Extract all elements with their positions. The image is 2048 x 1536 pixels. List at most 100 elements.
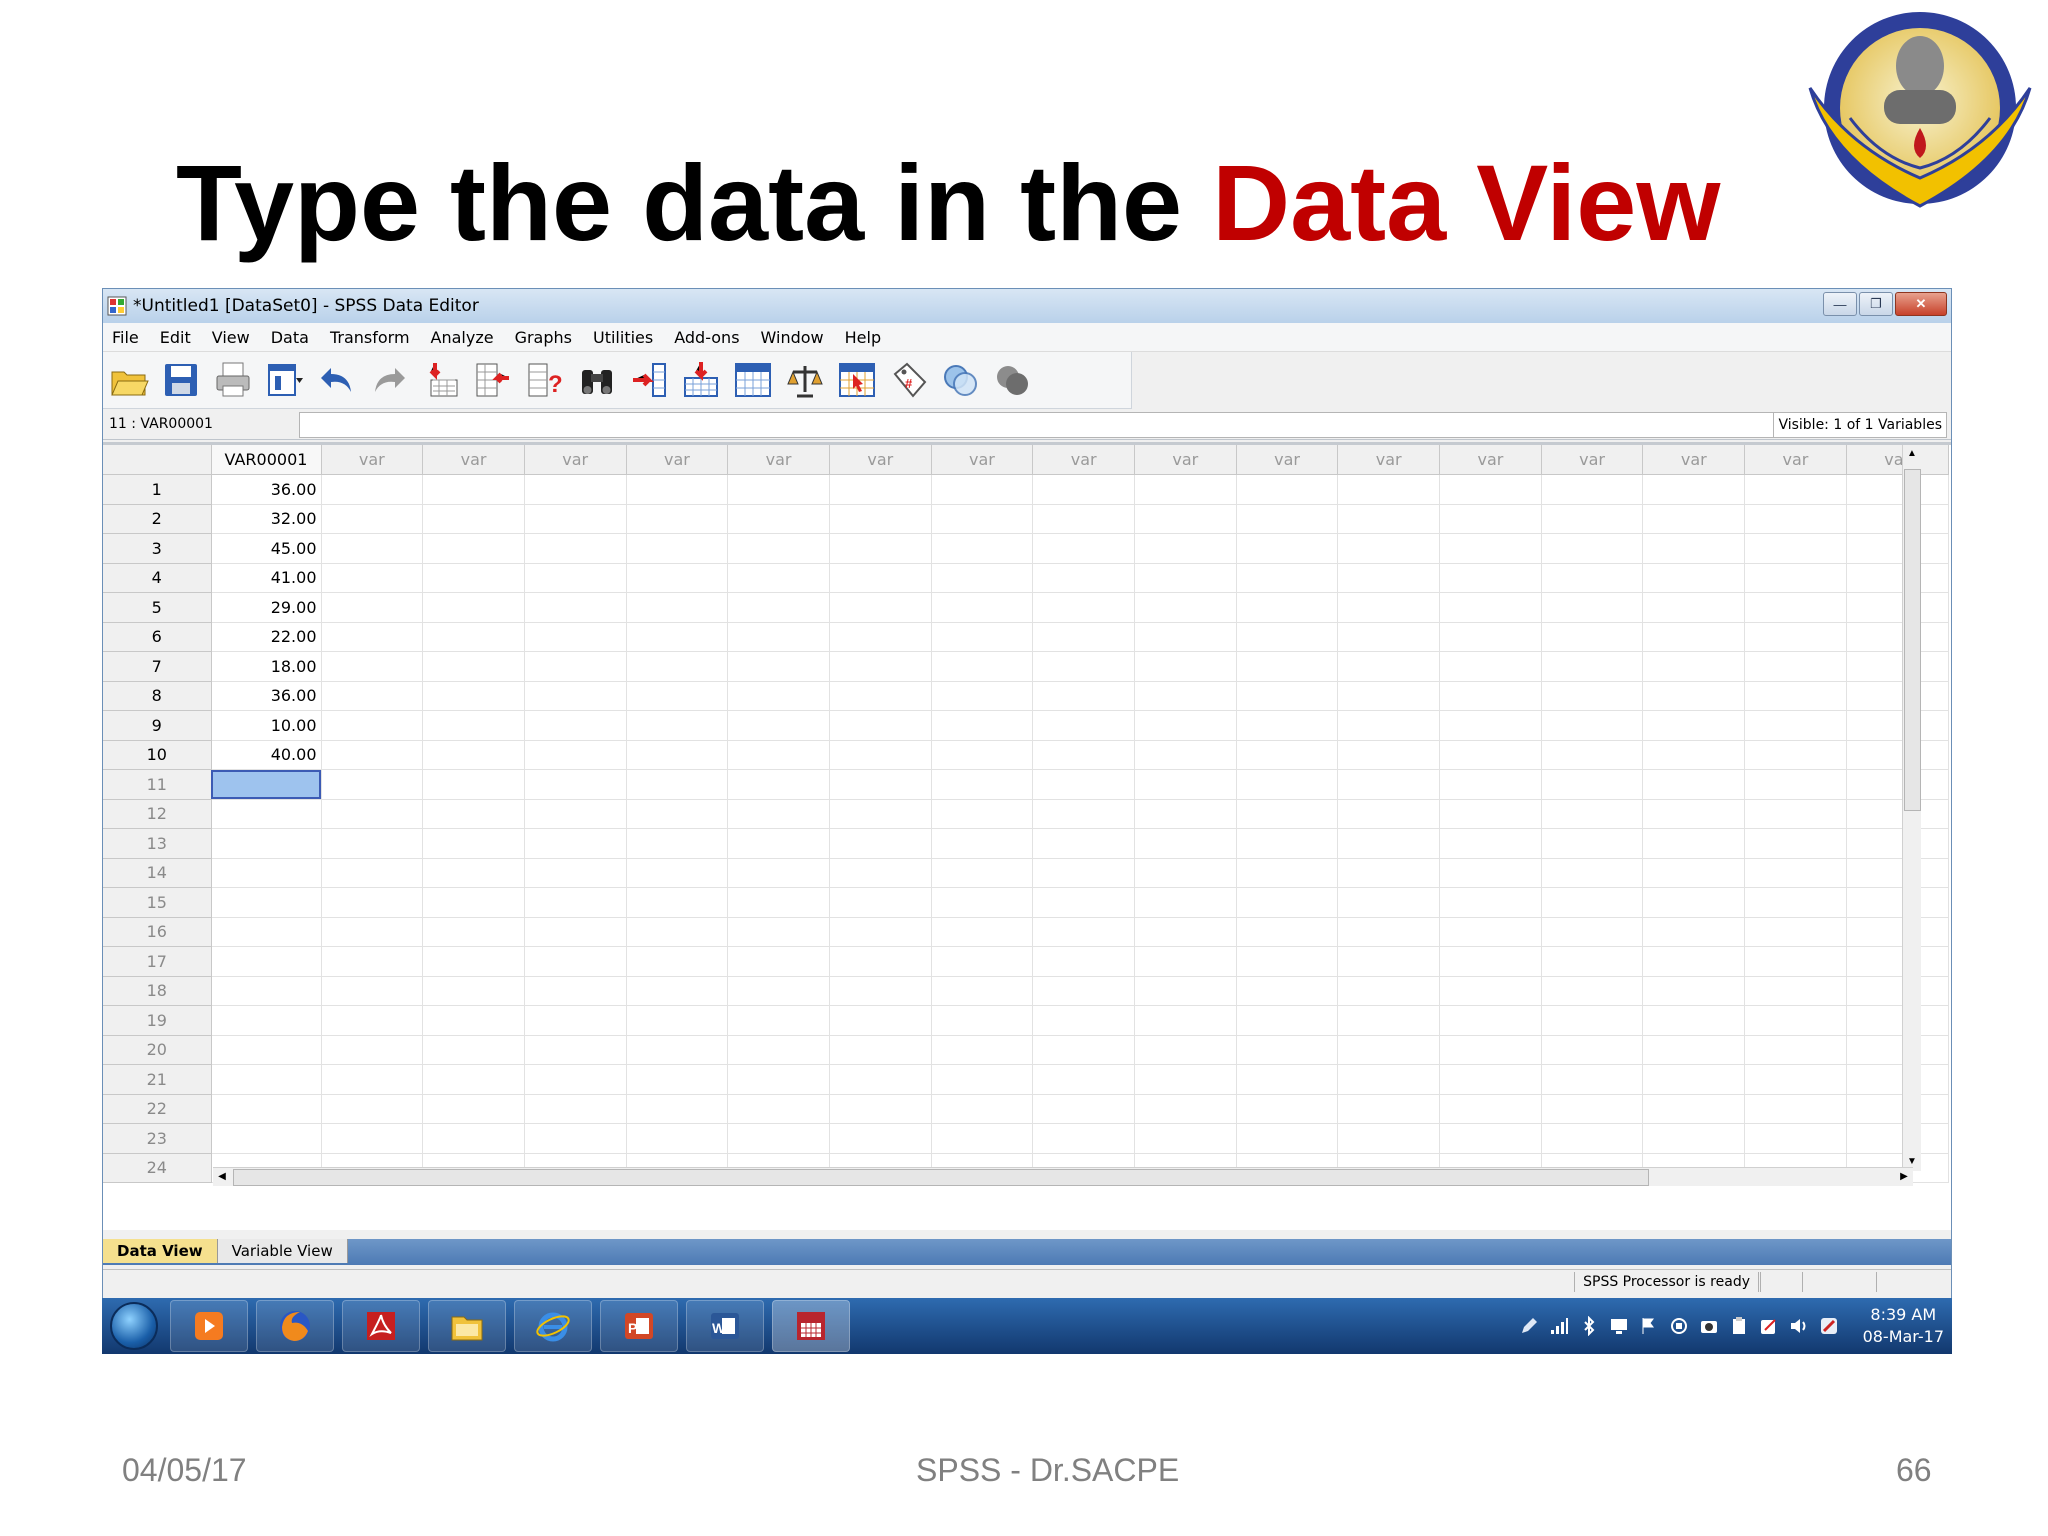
data-cell[interactable] bbox=[626, 563, 729, 593]
data-cell[interactable] bbox=[1134, 651, 1237, 682]
data-cell[interactable] bbox=[1236, 563, 1339, 593]
select-cases-button[interactable] bbox=[835, 358, 879, 402]
data-cell[interactable] bbox=[1236, 504, 1339, 534]
row-header[interactable]: 5 bbox=[103, 592, 212, 623]
data-cell[interactable] bbox=[727, 858, 830, 888]
weight-cases-button[interactable] bbox=[783, 358, 827, 402]
data-cell[interactable] bbox=[1134, 858, 1237, 888]
data-cell[interactable] bbox=[211, 887, 322, 918]
data-cell[interactable] bbox=[321, 1035, 424, 1065]
security-icon[interactable] bbox=[1759, 1316, 1779, 1336]
data-cell[interactable] bbox=[829, 622, 932, 652]
data-cell[interactable] bbox=[1744, 799, 1847, 829]
data-cell[interactable] bbox=[1236, 828, 1339, 859]
data-cell[interactable] bbox=[1642, 769, 1746, 800]
data-cell[interactable] bbox=[321, 681, 424, 711]
data-cell[interactable] bbox=[321, 533, 424, 564]
data-cell[interactable] bbox=[1846, 799, 1949, 829]
data-cell[interactable] bbox=[422, 1123, 525, 1154]
data-cell[interactable] bbox=[321, 976, 424, 1006]
data-cell[interactable] bbox=[1541, 887, 1644, 918]
data-cell[interactable] bbox=[1134, 1035, 1237, 1065]
data-cell[interactable] bbox=[626, 887, 729, 918]
taskbar-word[interactable]: W bbox=[686, 1300, 764, 1352]
data-cell[interactable] bbox=[1642, 1005, 1746, 1036]
title-bar[interactable]: *Untitled1 [DataSet0] - SPSS Data Editor… bbox=[103, 289, 1951, 323]
data-cell[interactable] bbox=[1846, 504, 1949, 534]
data-cell[interactable] bbox=[931, 1035, 1034, 1065]
data-cell[interactable] bbox=[1642, 1094, 1746, 1124]
taskbar-explorer[interactable] bbox=[428, 1300, 506, 1352]
menu-add-ons[interactable]: Add-ons bbox=[665, 328, 751, 347]
data-cell[interactable] bbox=[211, 828, 322, 859]
data-cell[interactable] bbox=[1439, 1123, 1542, 1154]
column-header-empty-var[interactable]: var bbox=[1134, 445, 1237, 475]
use-sets-button[interactable] bbox=[939, 358, 983, 402]
taskbar-media-player[interactable] bbox=[170, 1300, 248, 1352]
data-cell[interactable]: 40.00 bbox=[211, 740, 322, 770]
restore-button[interactable]: ❐ bbox=[1859, 292, 1893, 316]
data-cell[interactable] bbox=[1642, 1035, 1746, 1065]
data-cell[interactable] bbox=[727, 563, 830, 593]
column-header-empty-var[interactable]: var bbox=[626, 445, 729, 475]
horizontal-scroll-thumb[interactable] bbox=[233, 1169, 1649, 1186]
data-cell[interactable] bbox=[1134, 622, 1237, 652]
column-header-var00001[interactable]: VAR00001 bbox=[211, 445, 322, 475]
save-button[interactable] bbox=[159, 358, 203, 402]
data-cell[interactable] bbox=[626, 828, 729, 859]
data-cell[interactable] bbox=[1134, 1005, 1237, 1036]
data-cell[interactable] bbox=[1744, 769, 1847, 800]
data-cell[interactable] bbox=[1337, 917, 1441, 947]
data-cell[interactable] bbox=[422, 474, 525, 505]
menu-view[interactable]: View bbox=[203, 328, 262, 347]
row-header[interactable]: 24 bbox=[103, 1153, 212, 1183]
data-cell[interactable] bbox=[1337, 474, 1441, 505]
data-cell[interactable] bbox=[211, 1005, 322, 1036]
data-cell[interactable] bbox=[626, 1035, 729, 1065]
data-cell[interactable] bbox=[931, 976, 1034, 1006]
data-cell[interactable] bbox=[1642, 563, 1746, 593]
data-cell[interactable] bbox=[524, 504, 627, 534]
data-cell[interactable]: 10.00 bbox=[211, 710, 322, 741]
data-cell[interactable] bbox=[1642, 799, 1746, 829]
data-cell[interactable] bbox=[321, 592, 424, 623]
data-cell[interactable] bbox=[1846, 1035, 1949, 1065]
data-cell[interactable] bbox=[422, 828, 525, 859]
data-cell[interactable] bbox=[524, 1064, 627, 1095]
data-cell[interactable] bbox=[524, 946, 627, 977]
data-cell[interactable] bbox=[626, 651, 729, 682]
data-cell[interactable] bbox=[1541, 592, 1644, 623]
data-cell[interactable] bbox=[1236, 533, 1339, 564]
data-cell[interactable] bbox=[211, 1123, 322, 1154]
data-cell[interactable] bbox=[931, 592, 1034, 623]
data-cell[interactable] bbox=[1134, 917, 1237, 947]
taskbar-acrobat[interactable] bbox=[342, 1300, 420, 1352]
data-cell[interactable] bbox=[321, 887, 424, 918]
data-cell[interactable] bbox=[931, 563, 1034, 593]
data-cell[interactable] bbox=[727, 533, 830, 564]
data-cell[interactable] bbox=[1439, 622, 1542, 652]
data-cell[interactable] bbox=[1744, 858, 1847, 888]
data-cell[interactable] bbox=[1337, 1123, 1441, 1154]
menu-file[interactable]: File bbox=[103, 328, 151, 347]
data-cell[interactable] bbox=[524, 740, 627, 770]
data-cell[interactable] bbox=[1032, 799, 1135, 829]
data-cell[interactable] bbox=[524, 651, 627, 682]
data-cell[interactable] bbox=[727, 740, 830, 770]
data-cell[interactable] bbox=[1439, 563, 1542, 593]
taskbar-powerpoint[interactable]: P bbox=[600, 1300, 678, 1352]
data-cell[interactable] bbox=[321, 710, 424, 741]
data-cell[interactable] bbox=[1642, 917, 1746, 947]
data-cell[interactable] bbox=[829, 681, 932, 711]
column-header-empty-var[interactable]: var bbox=[1846, 445, 1949, 475]
data-cell[interactable] bbox=[1337, 592, 1441, 623]
data-cell[interactable] bbox=[1439, 799, 1542, 829]
data-cell[interactable] bbox=[1134, 946, 1237, 977]
data-cell[interactable] bbox=[524, 563, 627, 593]
data-cell[interactable] bbox=[422, 1064, 525, 1095]
data-cell[interactable] bbox=[524, 1123, 627, 1154]
data-cell[interactable] bbox=[422, 946, 525, 977]
data-cell[interactable] bbox=[1439, 769, 1542, 800]
row-header[interactable]: 23 bbox=[103, 1123, 212, 1154]
column-header-empty-var[interactable]: var bbox=[422, 445, 525, 475]
